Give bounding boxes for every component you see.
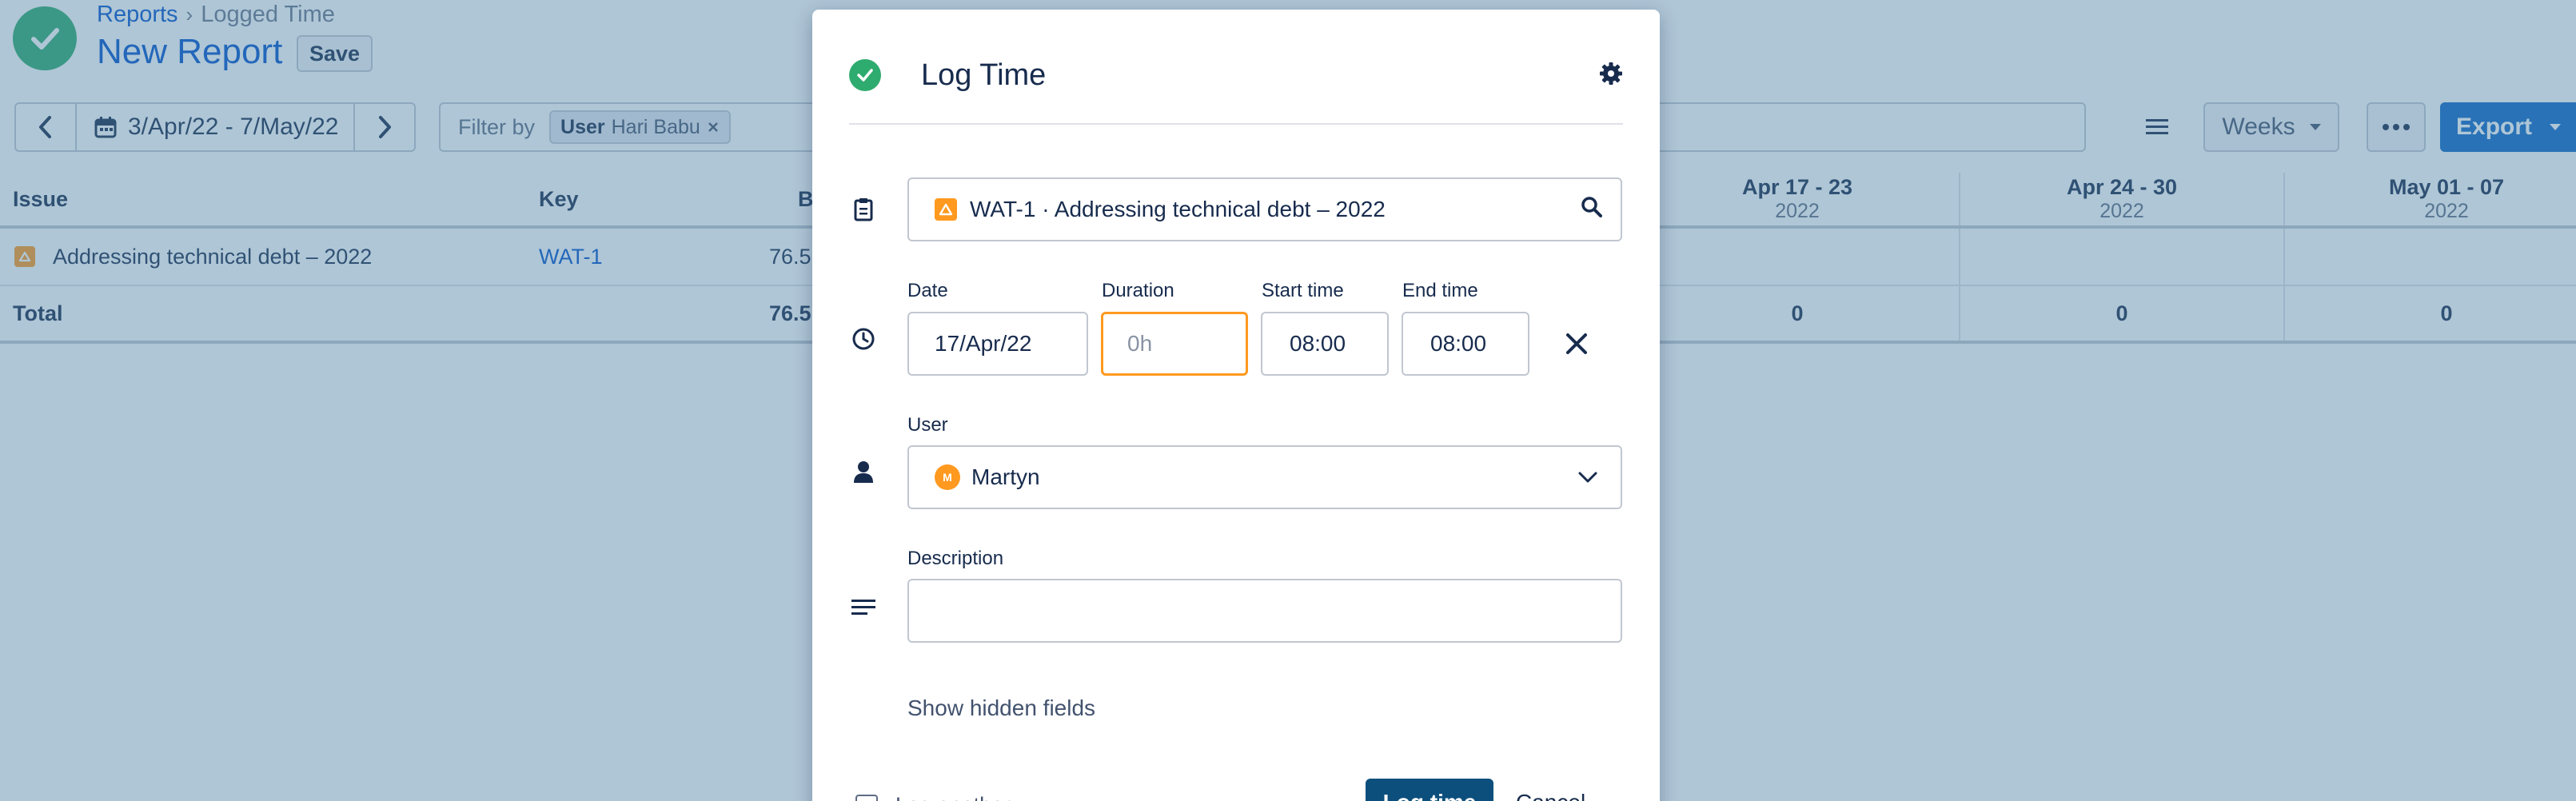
date-field[interactable]: 17/Apr/22 [907,312,1088,376]
duration-label: Duration [1102,280,1174,301]
log-time-button[interactable]: Log time [1366,779,1493,801]
description-label: Description [907,548,1004,569]
issue-picker-value: WAT-1 · Addressing technical debt – 2022 [970,197,1386,221]
date-label: Date [907,280,948,301]
description-field[interactable] [907,579,1622,643]
log-time-dialog: Log Time WAT-1 · Addressing technical de… [812,10,1660,801]
issue-type-icon [935,198,957,221]
duration-field[interactable] [1101,312,1248,376]
person-icon [849,457,878,486]
clipboard-icon [849,195,878,224]
start-time-label: Start time [1262,280,1344,301]
cancel-button[interactable]: Cancel [1516,779,1585,801]
issue-picker[interactable]: WAT-1 · Addressing technical debt – 2022 [907,177,1622,241]
start-time-value: 08:00 [1290,331,1346,356]
check-circle-icon [849,59,881,91]
dialog-title: Log Time [921,58,1047,92]
clock-icon [849,325,878,353]
search-icon[interactable] [1581,196,1603,224]
user-label: User [907,414,948,436]
log-another-checkbox[interactable] [855,795,878,801]
user-select-value: Martyn [971,464,1040,489]
duration-input[interactable] [1127,331,1246,357]
chevron-down-icon [1577,471,1598,484]
start-time-field[interactable]: 08:00 [1261,312,1389,376]
end-time-field[interactable]: 08:00 [1402,312,1529,376]
dialog-header: Log Time [849,51,1623,99]
end-time-label: End time [1402,280,1478,301]
clear-time-icon[interactable] [1562,329,1591,358]
show-hidden-fields-link[interactable]: Show hidden fields [907,695,1095,721]
log-another-label: Log another [895,793,1011,801]
end-time-value: 08:00 [1430,331,1487,356]
date-value: 17/Apr/22 [935,331,1032,356]
avatar: M [935,464,960,490]
user-select[interactable]: M Martyn [907,445,1622,509]
text-lines-icon [849,593,878,622]
settings-gear-icon[interactable] [1599,62,1623,90]
dialog-divider [849,123,1623,125]
